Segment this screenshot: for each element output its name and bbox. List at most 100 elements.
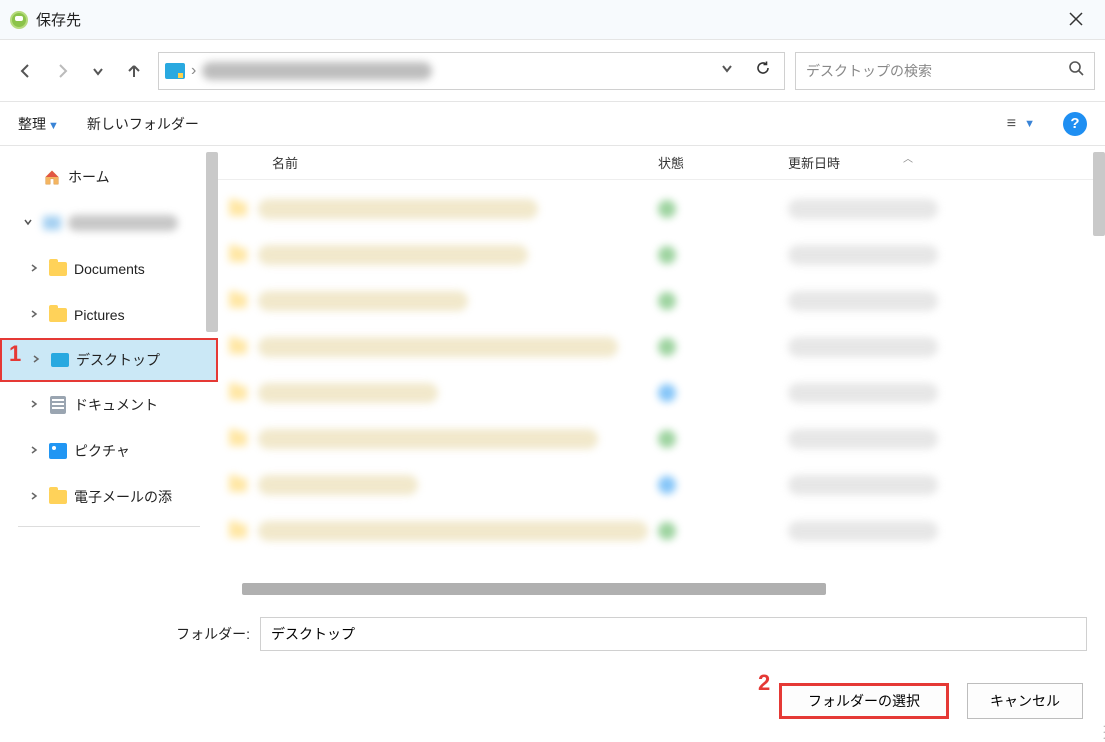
row-name [258,337,658,357]
row-date [788,521,1105,541]
row-state [658,200,788,218]
row-state [658,246,788,264]
annotation-1: 1 [9,341,21,367]
tree-docs-jp[interactable]: ドキュメント [0,382,218,428]
file-row[interactable] [218,232,1105,278]
tree-desktop[interactable]: デスクトップ [0,338,218,382]
row-state [658,476,788,494]
folder-icon [48,259,68,279]
search-placeholder: デスクトップの検索 [806,61,1068,81]
row-name [258,429,658,449]
row-name [258,383,658,403]
tree-docs-jp-label: ドキュメント [74,395,158,415]
tree-pictures-label: Pictures [74,307,125,323]
file-row[interactable] [218,278,1105,324]
tree-pics-jp-label: ピクチャ [74,441,130,461]
window-title: 保存先 [36,9,1057,30]
folder-icon [218,524,258,538]
close-button[interactable] [1057,5,1095,35]
row-name [258,521,658,541]
path-chevron-icon[interactable] [712,61,742,80]
folder-icon [218,294,258,308]
column-headers: 名前 状態 更新日時︿ [218,146,1105,180]
file-row[interactable] [218,186,1105,232]
col-name[interactable]: 名前 [218,153,658,172]
folder-icon [218,340,258,354]
row-state [658,292,788,310]
recent-dropdown[interactable] [82,55,114,87]
tree-pics-jp[interactable]: ピクチャ [0,428,218,474]
filelist-hscrollbar[interactable] [242,583,826,595]
view-options[interactable]: ≡▼ [1007,115,1035,133]
file-row[interactable] [218,324,1105,370]
desktop-icon [165,63,185,79]
search-icon [1068,60,1084,81]
file-row[interactable] [218,370,1105,416]
home-icon [42,167,62,187]
folder-input[interactable] [260,617,1087,651]
col-state[interactable]: 状態 [658,153,788,172]
forward-button[interactable] [46,55,78,87]
blurred-icon [42,213,62,233]
row-date [788,383,1105,403]
row-state [658,384,788,402]
tree-home-label: ホーム [68,167,110,187]
app-icon [10,11,28,29]
toolbar: 整理▼ 新しいフォルダー ≡▼ ? [0,102,1105,146]
row-date [788,475,1105,495]
tree-desktop-label: デスクトップ [76,350,160,370]
file-row[interactable] [218,508,1105,554]
row-name [258,199,658,219]
row-name [258,245,658,265]
folder-icon [218,248,258,262]
new-folder-button[interactable]: 新しいフォルダー [87,114,199,134]
tree-email[interactable]: 電子メールの添 [0,474,218,520]
path-sep: › [191,62,196,80]
path-text [202,62,706,80]
main-area: ホーム Documents Pictures デスクトップ ドキュメント [0,146,1105,599]
list-icon: ≡ [1007,115,1016,133]
up-button[interactable] [118,55,150,87]
row-state [658,522,788,540]
cancel-button[interactable]: キャンセル [967,683,1083,719]
sidebar: ホーム Documents Pictures デスクトップ ドキュメント [0,146,218,599]
folder-icon [48,487,68,507]
select-folder-button[interactable]: フォルダーの選択 [779,683,949,719]
search-box[interactable]: デスクトップの検索 [795,52,1095,90]
tree-pictures[interactable]: Pictures [0,292,218,338]
row-state [658,430,788,448]
path-box[interactable]: › [158,52,785,90]
col-date[interactable]: 更新日時︿ [788,153,1105,172]
tree-user-root[interactable] [0,200,218,246]
tree-home[interactable]: ホーム [0,154,218,200]
folder-label: フォルダー: [18,624,250,644]
title-bar: 保存先 [0,0,1105,40]
file-row[interactable] [218,416,1105,462]
row-name [258,475,658,495]
tree-user-label [68,215,178,231]
desktop-icon [50,350,70,370]
document-icon [48,395,68,415]
bottom-panel: フォルダー: フォルダーの選択 キャンセル [0,599,1105,741]
help-button[interactable]: ? [1063,112,1087,136]
row-date [788,245,1105,265]
row-date [788,199,1105,219]
tree-documents-label: Documents [74,261,145,277]
folder-icon [218,386,258,400]
folder-icon [218,432,258,446]
tree-documents[interactable]: Documents [0,246,218,292]
row-state [658,338,788,356]
row-date [788,337,1105,357]
annotation-2: 2 [758,670,770,696]
row-date [788,291,1105,311]
folder-icon [48,305,68,325]
folder-icon [218,478,258,492]
organize-menu[interactable]: 整理▼ [18,114,59,134]
file-list: 名前 状態 更新日時︿ [218,146,1105,599]
back-button[interactable] [10,55,42,87]
folder-icon [218,202,258,216]
row-name [258,291,658,311]
refresh-button[interactable] [748,60,778,81]
row-date [788,429,1105,449]
file-row[interactable] [218,462,1105,508]
